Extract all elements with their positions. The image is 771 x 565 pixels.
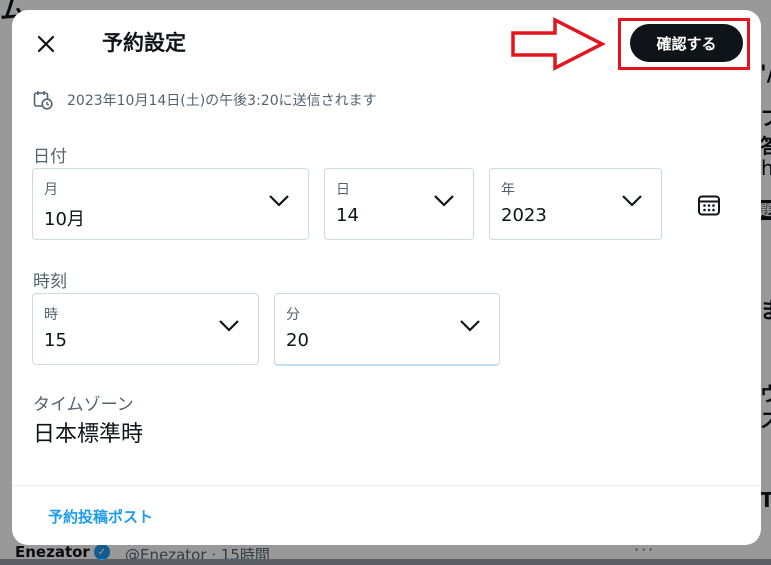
schedule-modal: 予約設定 確認する 2023年10月14日(土)の午後3:20に送信されます 日… [12, 10, 761, 545]
date-section-label: 日付 [33, 147, 67, 167]
month-value: 10月 [44, 209, 85, 230]
day-select[interactable]: 日 14 [324, 168, 474, 240]
hour-value: 15 [44, 330, 67, 351]
modal-title: 予約設定 [102, 31, 186, 55]
chevron-down-icon [434, 195, 454, 207]
calendar-icon [698, 195, 720, 216]
day-value: 14 [336, 205, 359, 226]
time-section-label: 時刻 [33, 272, 67, 292]
day-label: 日 [336, 182, 350, 198]
month-select[interactable]: 月 10月 [32, 168, 309, 240]
confirm-button[interactable]: 確認する [630, 24, 743, 62]
year-label: 年 [501, 182, 515, 198]
scheduled-info: 2023年10月14日(土)の午後3:20に送信されます [33, 90, 377, 110]
month-label: 月 [44, 182, 58, 198]
calendar-clock-icon [33, 91, 53, 110]
timezone-label: タイムゾーン [33, 395, 134, 415]
arrow-annotation [511, 17, 606, 71]
footer-divider [12, 485, 761, 486]
close-button[interactable] [30, 28, 62, 60]
chevron-down-icon [622, 195, 642, 207]
minute-select[interactable]: 分 20 [274, 293, 500, 366]
year-select[interactable]: 年 2023 [489, 168, 662, 240]
calendar-button[interactable] [694, 190, 724, 220]
hour-select[interactable]: 時 15 [32, 293, 259, 365]
hour-label: 時 [44, 307, 58, 323]
close-icon [37, 35, 55, 53]
year-value: 2023 [501, 205, 547, 226]
minute-value: 20 [286, 330, 309, 351]
chevron-down-icon [269, 195, 289, 207]
chevron-down-icon [460, 320, 480, 332]
scheduled-text: 2023年10月14日(土)の午後3:20に送信されます [67, 93, 377, 109]
chevron-down-icon [219, 320, 239, 332]
scheduled-posts-link[interactable]: 予約投稿ポスト [48, 506, 153, 527]
timezone-value: 日本標準時 [33, 422, 144, 447]
minute-label: 分 [286, 307, 300, 323]
